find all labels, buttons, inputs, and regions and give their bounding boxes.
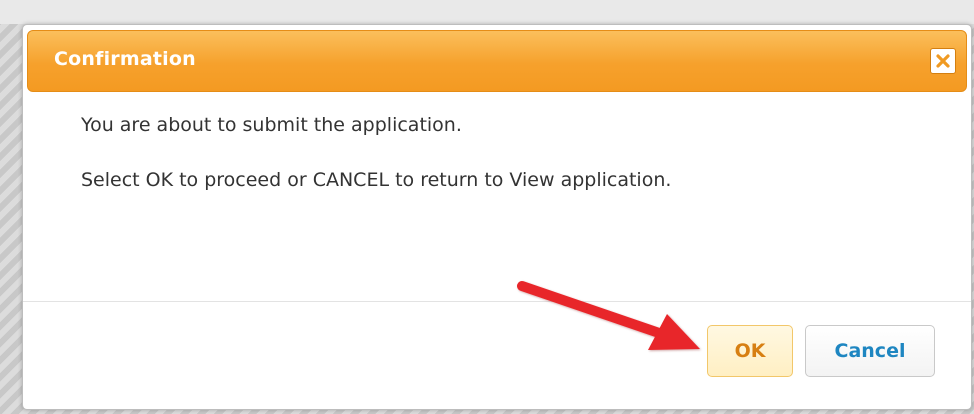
close-button[interactable]	[930, 48, 956, 74]
page-backdrop	[0, 0, 974, 24]
confirmation-dialog: Confirmation You are about to submit the…	[22, 24, 972, 410]
close-icon	[936, 54, 950, 68]
dialog-title: Confirmation	[54, 48, 196, 70]
footer-divider	[23, 301, 971, 302]
ok-button[interactable]: OK	[707, 325, 793, 377]
dialog-header: Confirmation	[27, 30, 967, 92]
cancel-button[interactable]: Cancel	[805, 325, 935, 377]
dialog-message-line-2: Select OK to proceed or CANCEL to return…	[81, 169, 672, 191]
dialog-message-line-1: You are about to submit the application.	[81, 114, 462, 136]
